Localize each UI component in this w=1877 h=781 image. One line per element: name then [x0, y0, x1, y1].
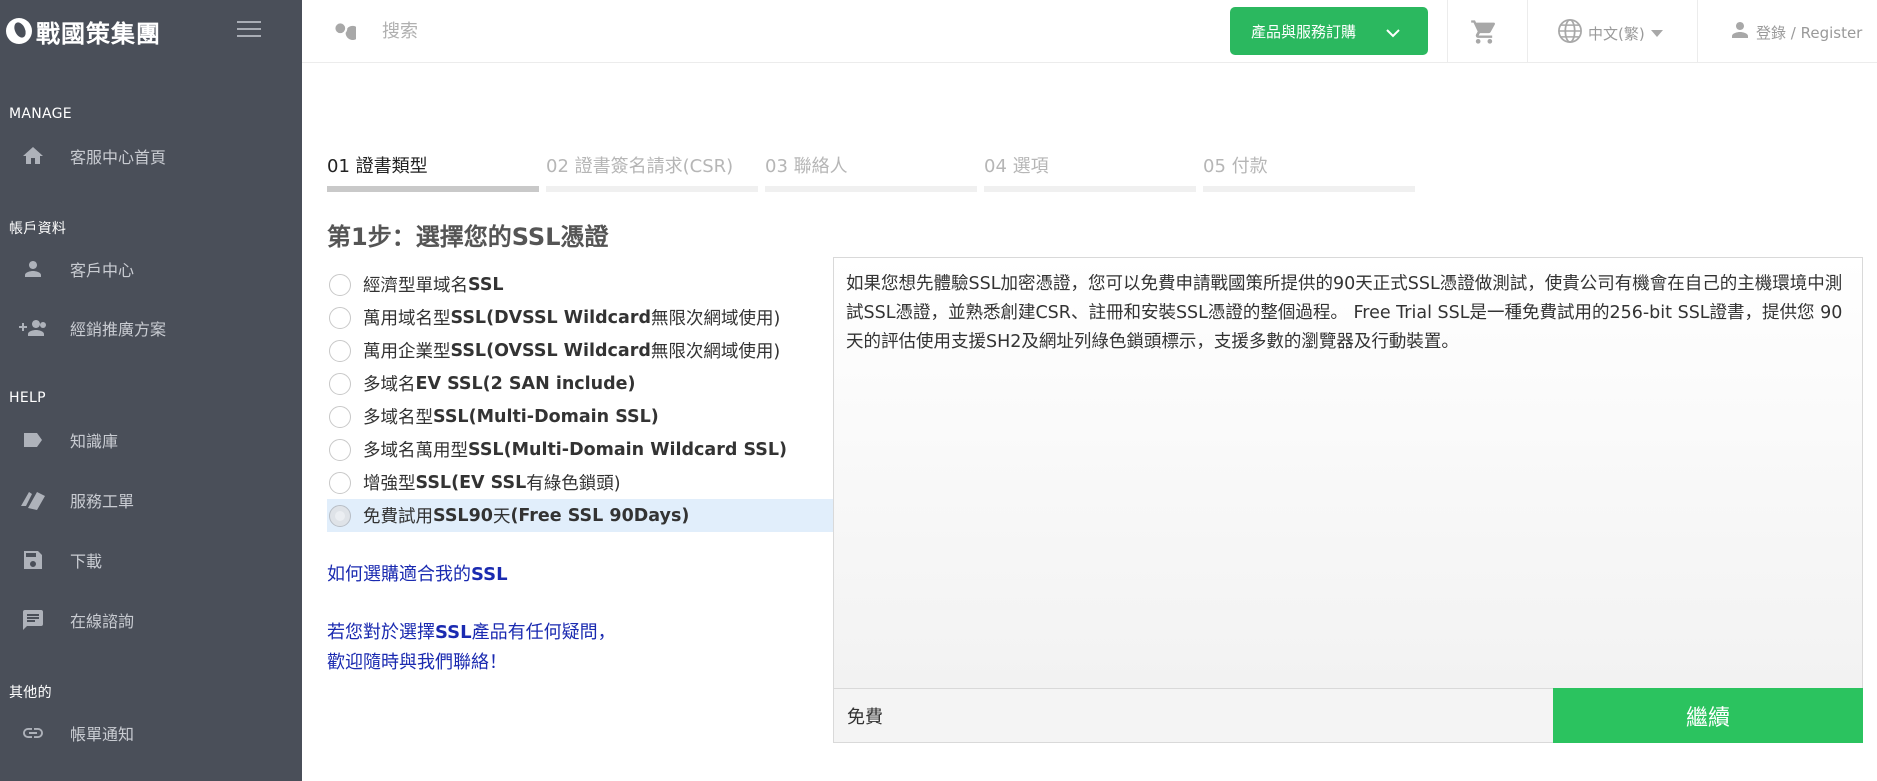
contact-help-text: 若您對於選擇SSL產品有任何疑問， 歡迎隨時與我們聯絡！	[327, 622, 616, 673]
radio-button[interactable]	[329, 438, 351, 461]
user-icon	[18, 257, 48, 281]
continue-button[interactable]: 繼續	[1553, 688, 1863, 743]
brand-name: 戰國策集團	[36, 18, 161, 48]
topbar: 產品與服務訂購 中文(繁) 登錄 / Register	[302, 0, 1877, 63]
divider	[1697, 0, 1698, 63]
globe-icon	[1556, 17, 1584, 49]
chevron-down-icon	[1386, 24, 1400, 42]
ticket-icon	[18, 488, 48, 512]
sidebar-item-knowledge-base[interactable]: 知識庫	[0, 418, 302, 462]
divider	[1447, 0, 1448, 63]
label-icon	[18, 428, 48, 452]
login-register-link[interactable]: 登錄 / Register	[1728, 18, 1862, 46]
product-description: 如果您想先體驗SSL加密憑證，您可以免費申請戰國策所提供的90天正式SSL憑證做…	[833, 257, 1863, 689]
radio-button[interactable]	[329, 471, 351, 494]
login-label: 登錄 / Register	[1756, 23, 1863, 42]
sidebar-item-client-center[interactable]: 客戶中心	[0, 247, 302, 291]
link-icon	[18, 721, 48, 745]
sidebar-item-live-chat[interactable]: 在線諮詢	[0, 598, 302, 642]
step-1-certificate-type[interactable]: 01 證書類型	[327, 152, 539, 192]
sidebar: 戰國策集團 MANAGE 客服中心首頁 帳戶資料 客戶中心 經銷推廣方案 HEL…	[0, 0, 302, 781]
language-selector[interactable]: 中文(繁)	[1556, 17, 1665, 49]
ssl-options-list: 經濟型單域名 SSL 萬用域名型 SSL(DVSSL Wildcard 無限次網域使…	[327, 268, 834, 532]
section-title-help: HELP	[9, 390, 46, 406]
language-label: 中文(繁)	[1588, 24, 1645, 43]
ssl-option-dv-wildcard[interactable]: 萬用域名型 SSL(DVSSL Wildcard 無限次網域使用)	[327, 301, 834, 334]
sidebar-item-home[interactable]: 客服中心首頁	[0, 134, 302, 178]
ssl-option-multi-wildcard[interactable]: 多域名萬用型 SSL(Multi-Domain Wildcard SSL)	[327, 433, 834, 466]
section-title-account: 帳戶資料	[9, 221, 67, 237]
step-3-contacts[interactable]: 03 聯絡人	[765, 152, 977, 192]
price-display: 免費	[833, 688, 1553, 743]
sidebar-item-billing-notice[interactable]: 帳單通知	[0, 711, 302, 755]
ssl-option-multi-ev[interactable]: 多域名 EV SSL(2 SAN include)	[327, 367, 834, 400]
page-title: 第1步：選擇您的SSL憑證	[327, 223, 609, 251]
section-title-manage: MANAGE	[9, 106, 72, 122]
step-4-options[interactable]: 04 選項	[984, 152, 1196, 192]
search-input[interactable]	[382, 14, 882, 48]
chat-icon	[18, 608, 48, 632]
menu-toggle-icon[interactable]	[237, 21, 261, 39]
home-icon	[18, 144, 48, 168]
ssl-option-ev[interactable]: 增強型 SSL(EV SSL 有綠色鎖頭)	[327, 466, 834, 499]
how-to-choose-ssl-link[interactable]: 如何選購適合我的SSL	[327, 560, 508, 586]
ssl-option-free-trial[interactable]: 免費試用 SSL90 天 (Free SSL 90Days)	[327, 499, 834, 532]
sidebar-item-tickets[interactable]: 服務工單	[0, 478, 302, 522]
radio-button[interactable]	[329, 405, 351, 428]
radio-button[interactable]	[329, 306, 351, 329]
section-title-other: 其他的	[9, 685, 52, 701]
ssl-option-ov-wildcard[interactable]: 萬用企業型 SSL(OVSSL Wildcard 無限次網域使用)	[327, 334, 834, 367]
caret-down-icon	[1649, 24, 1665, 42]
radio-button[interactable]	[329, 372, 351, 395]
ssl-option-economy[interactable]: 經濟型單域名 SSL	[327, 268, 834, 301]
radio-button[interactable]	[329, 339, 351, 362]
user-add-icon	[18, 316, 48, 340]
step-5-payment[interactable]: 05 付款	[1203, 152, 1415, 192]
sidebar-item-reseller[interactable]: 經銷推廣方案	[0, 306, 302, 350]
brand-logo[interactable]: 戰國策集團	[6, 14, 161, 48]
product-order-label: 產品與服務訂購	[1251, 22, 1357, 41]
ssl-option-multi-domain[interactable]: 多域名型 SSL(Multi-Domain SSL)	[327, 400, 834, 433]
product-order-button[interactable]: 產品與服務訂購	[1230, 7, 1428, 55]
step-2-csr[interactable]: 02 證書簽名請求(CSR)	[546, 152, 758, 192]
divider	[1527, 0, 1528, 63]
search-icon[interactable]	[330, 18, 360, 48]
brand-mark-icon	[6, 18, 32, 44]
radio-button-selected[interactable]	[329, 504, 351, 527]
radio-button[interactable]	[329, 273, 351, 296]
shopping-cart-icon[interactable]	[1470, 18, 1498, 50]
user-icon	[1728, 18, 1752, 46]
save-icon	[18, 548, 48, 572]
sidebar-item-downloads[interactable]: 下載	[0, 538, 302, 582]
